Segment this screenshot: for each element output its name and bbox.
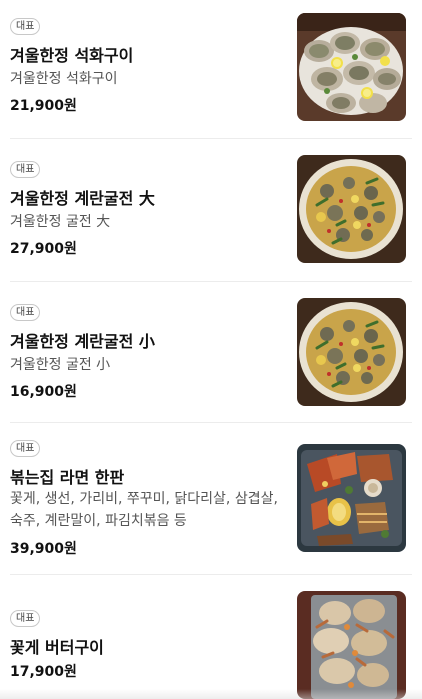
- menu-item-ramen-platter[interactable]: 대표 볶는집 라면 한판 꽃게, 생선, 가리비, 쭈꾸미, 닭다리살, 삼겹살…: [0, 423, 422, 574]
- menu-item-description: 꽃게, 생선, 가리비, 쭈꾸미, 닭다리살, 삼겹살, 숙주, 계란말이, 파…: [10, 491, 278, 529]
- menu-item-description: 겨울한정 굴전 小: [10, 357, 111, 373]
- menu-item-description: 겨울한정 굴전 大: [10, 214, 111, 230]
- menu-item-description: 겨울한정 석화구이: [10, 71, 118, 87]
- menu-item-price: 21,900원: [10, 98, 77, 114]
- menu-item-oyster-grill[interactable]: 대표 겨울한정 석화구이 겨울한정 석화구이 21,900원: [0, 0, 422, 138]
- signature-badge: 대표: [10, 161, 41, 178]
- menu-item-name: 꽃게 버터구이: [10, 638, 104, 657]
- menu-item-price: 17,900원: [10, 664, 77, 680]
- signature-badge: 대표: [10, 18, 41, 35]
- menu-item-oyster-pancake-small[interactable]: 대표 겨울한정 계란굴전 小 겨울한정 굴전 小 16,900원: [0, 282, 422, 422]
- menu-item-price: 27,900원: [10, 241, 77, 257]
- menu-item-name: 볶는집 라면 한판: [10, 468, 125, 487]
- menu-item-name: 겨울한정 계란굴전 大: [10, 189, 155, 208]
- oyster-pancake-photo[interactable]: [297, 298, 406, 406]
- menu-item-price: 39,900원: [10, 541, 77, 557]
- menu-item-butter-crab[interactable]: 대표 꽃게 버터구이 17,900원: [0, 575, 422, 699]
- signature-badge: 대표: [10, 610, 41, 627]
- bottom-scroll-shade: [0, 689, 422, 699]
- menu-item-name: 겨울한정 석화구이: [10, 46, 134, 65]
- signature-badge: 대표: [10, 440, 41, 457]
- menu-item-price: 16,900원: [10, 384, 77, 400]
- signature-badge: 대표: [10, 304, 41, 321]
- menu-item-oyster-pancake-large[interactable]: 대표 겨울한정 계란굴전 大 겨울한정 굴전 大 27,900원: [0, 139, 422, 280]
- oyster-platter-photo[interactable]: [297, 13, 406, 121]
- menu-item-name: 겨울한정 계란굴전 小: [10, 332, 155, 351]
- seafood-platter-photo[interactable]: [297, 444, 406, 552]
- oyster-pancake-photo[interactable]: [297, 155, 406, 263]
- butter-crab-photo[interactable]: [297, 591, 406, 699]
- menu-list: 대표 겨울한정 석화구이 겨울한정 석화구이 21,900원 대표 겨울한정 계…: [0, 0, 422, 699]
